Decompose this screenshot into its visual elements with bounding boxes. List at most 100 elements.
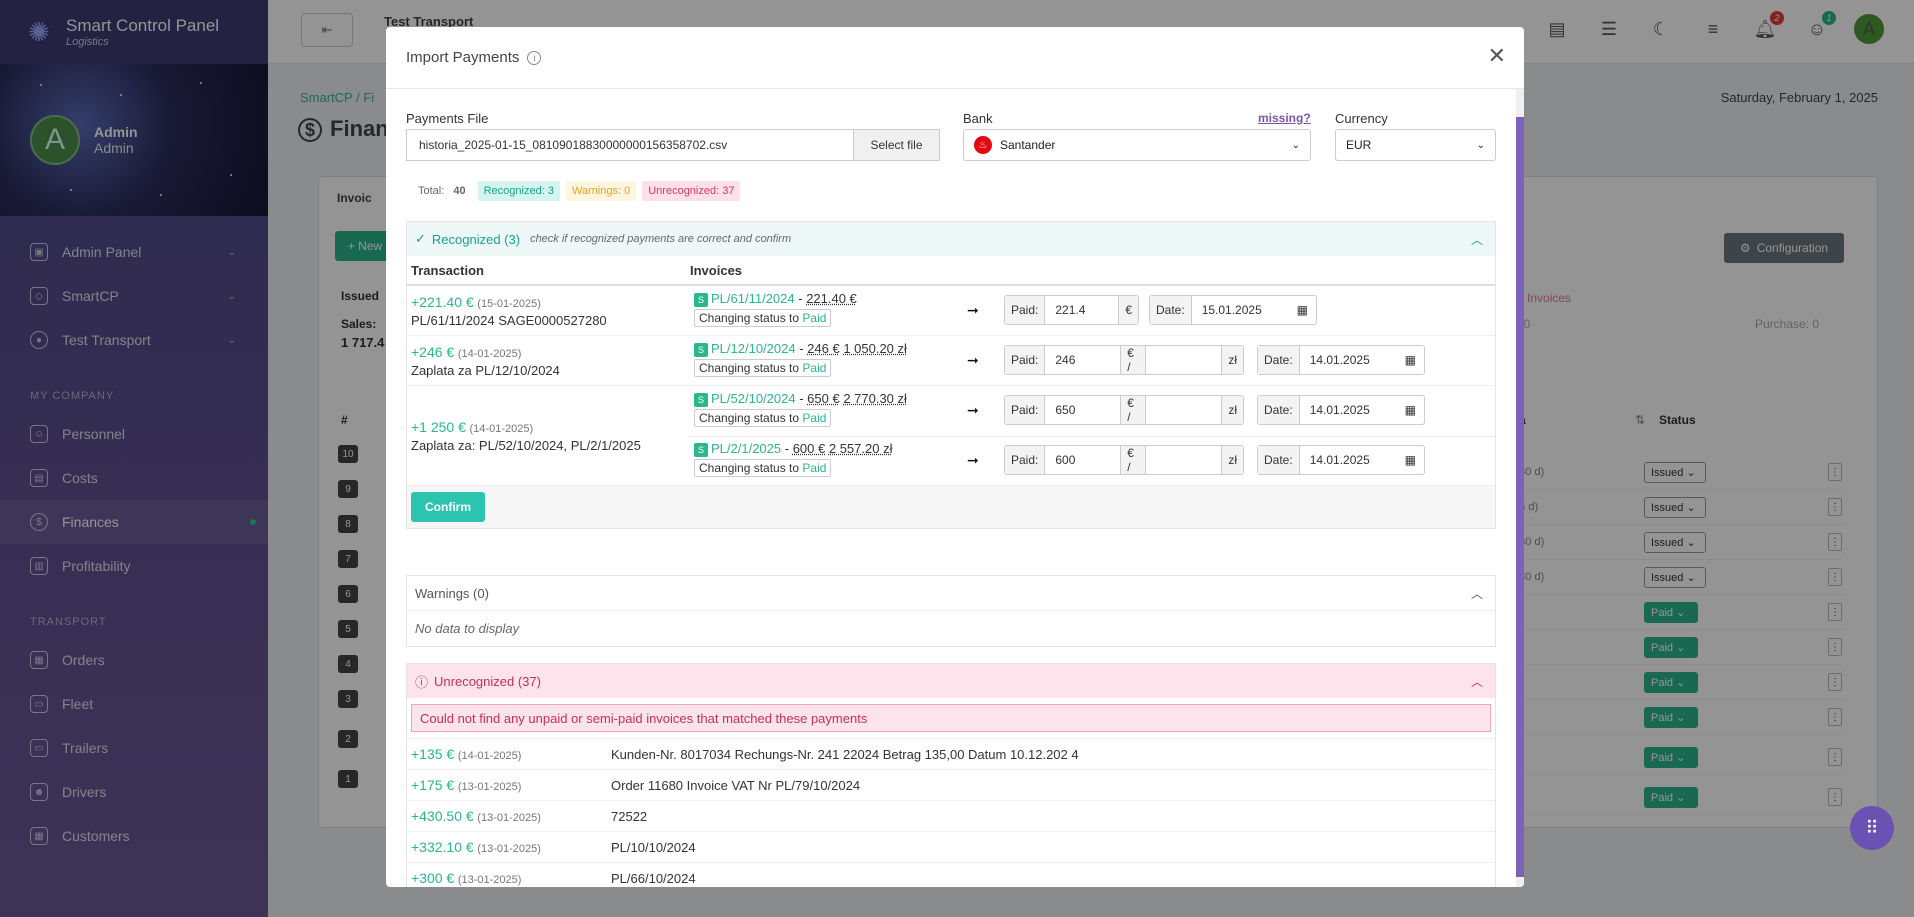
transaction-row: +221.40 € (15-01-2025) PL/61/11/2024 SAGE… bbox=[407, 286, 1495, 336]
payment-date: (13-01-2025) bbox=[457, 874, 522, 886]
payment-date-input[interactable]: Date: 15.01.2025 ▦ bbox=[1149, 295, 1317, 325]
modal-scrollbar[interactable] bbox=[1516, 89, 1524, 887]
warnings-empty: No data to display bbox=[407, 610, 1495, 646]
close-icon[interactable]: ✕ bbox=[1488, 43, 1506, 69]
paid-amount-input[interactable]: Paid: 600 € / zł bbox=[1004, 445, 1244, 475]
invoice-number[interactable]: PL/52/10/2024 bbox=[711, 391, 796, 406]
invoice-eur: 650 € bbox=[807, 391, 840, 406]
invoice-eur: 246 € bbox=[807, 341, 840, 356]
sales-badge: S bbox=[694, 343, 708, 357]
warnings-count: Warnings: 0 bbox=[565, 181, 637, 201]
paid-amount-input[interactable]: Paid: 246 € / zł bbox=[1004, 345, 1244, 375]
select-file-button[interactable]: Select file bbox=[853, 130, 939, 160]
transaction-info: +1 250 € (14-01-2025) Zaplata za: PL/52/1… bbox=[411, 419, 691, 453]
payment-description: Order 11680 Invoice VAT Nr PL/79/10/2024 bbox=[611, 777, 861, 793]
payment-description: PL/66/10/2024 bbox=[611, 870, 696, 886]
import-payments-modal: Import Payments i ✕ Payments File histor… bbox=[386, 27, 1524, 887]
payment-description: Kunden-Nr. 8017034 Rechungs-Nr. 241 2202… bbox=[611, 746, 1079, 762]
bank-label: Bank bbox=[963, 111, 993, 126]
transaction-row: +246 € (14-01-2025) Zaplata za PL/12/10/2… bbox=[407, 336, 1495, 386]
col-transaction: Transaction bbox=[411, 262, 484, 278]
payment-date-input[interactable]: Date: 14.01.2025 ▦ bbox=[1257, 345, 1425, 375]
status-change: Changing status to Paid bbox=[694, 309, 832, 327]
modal-title: Import Payments bbox=[406, 49, 520, 66]
recognized-note: check if recognized payments are correct… bbox=[530, 233, 792, 245]
paid-amount-input[interactable]: Paid: 650 € / zł bbox=[1004, 395, 1244, 425]
invoice-number[interactable]: PL/2/1/2025 bbox=[711, 441, 781, 456]
unrecognized-row: +135 € (14-01-2025) Kunden-Nr. 8017034 Re… bbox=[407, 738, 1495, 769]
payments-file-input[interactable]: historia_2025-01-15_08109018830000000156… bbox=[406, 129, 940, 161]
invoice-eur: 600 € bbox=[792, 441, 826, 456]
payment-amount: +300 € bbox=[411, 870, 455, 886]
calendar-icon: ▦ bbox=[1404, 453, 1416, 467]
invoice-number[interactable]: PL/61/11/2024 bbox=[711, 291, 795, 306]
payments-file-label: Payments File bbox=[406, 111, 489, 126]
payment-date: (13-01-2025) bbox=[457, 781, 522, 793]
arrow-right-icon: ➞ bbox=[967, 352, 979, 368]
transaction-description: PL/61/11/2024 SAGE0000527280 bbox=[411, 313, 607, 328]
warnings-header[interactable]: Warnings (0) ︿ bbox=[407, 576, 1495, 610]
bank-select[interactable]: ♨ Santander ⌄ bbox=[963, 129, 1311, 161]
recognized-table-header: Transaction Invoices bbox=[407, 256, 1495, 286]
invoice-info: S PL/12/10/2024 - 246 € 1 050.20 zł Changi… bbox=[694, 341, 907, 377]
confirm-bar: Confirm bbox=[407, 486, 1495, 528]
invoice-info: S PL/61/11/2024 - 221.40 € Changing status… bbox=[694, 291, 857, 327]
confirm-button[interactable]: Confirm bbox=[411, 492, 485, 522]
invoice-number[interactable]: PL/12/10/2024 bbox=[711, 341, 796, 356]
currency-select[interactable]: EUR ⌄ bbox=[1335, 129, 1496, 161]
recognized-count: Recognized: 3 bbox=[477, 181, 560, 201]
chevron-down-icon: ⌄ bbox=[1476, 139, 1485, 151]
transaction-date: (14-01-2025) bbox=[457, 348, 522, 360]
info-icon[interactable]: i bbox=[527, 50, 542, 65]
transaction-info: +221.40 € (15-01-2025) PL/61/11/2024 SAGE… bbox=[411, 294, 691, 328]
payment-date: (13-01-2025) bbox=[477, 843, 541, 855]
payment-date-input[interactable]: Date: 14.01.2025 ▦ bbox=[1257, 445, 1425, 475]
chevron-up-icon[interactable]: ︿ bbox=[1471, 673, 1483, 690]
apps-fab-button[interactable]: ⠿ bbox=[1850, 806, 1894, 850]
unrecognized-count: Unrecognized: 37 bbox=[642, 181, 741, 201]
unrecognized-row: +175 € (13-01-2025) Order 11680 Invoice V… bbox=[407, 769, 1495, 800]
arrow-right-icon: ➞ bbox=[967, 402, 979, 418]
unrecognized-alert: Could not find any unpaid or semi-paid i… bbox=[411, 704, 1491, 732]
calendar-icon: ▦ bbox=[1296, 303, 1308, 317]
unrecognized-row: +430.50 € (13-01-2025) 72522 bbox=[407, 800, 1495, 831]
transaction-amount: +246 € bbox=[411, 344, 455, 360]
transaction-row: +1 250 € (14-01-2025) Zaplata za: PL/52/1… bbox=[407, 386, 1495, 486]
sales-badge: S bbox=[694, 293, 708, 307]
unrecognized-header[interactable]: ⓘ Unrecognized (37) ︿ bbox=[407, 664, 1495, 698]
grid-icon: ⠿ bbox=[1865, 817, 1879, 838]
transaction-date: (14-01-2025) bbox=[469, 423, 534, 435]
arrow-right-icon: ➞ bbox=[967, 452, 979, 468]
missing-bank-link[interactable]: missing? bbox=[1258, 111, 1311, 125]
col-invoices: Invoices bbox=[690, 262, 743, 278]
chevron-down-icon: ⌄ bbox=[1291, 139, 1300, 151]
paid-amount-input[interactable]: Paid: 221.4 € bbox=[1004, 295, 1139, 325]
payment-amount: +135 € bbox=[411, 746, 455, 762]
chevron-up-icon[interactable]: ︿ bbox=[1471, 585, 1483, 602]
payment-amount: +332.10 € bbox=[411, 839, 474, 855]
payment-description: PL/10/10/2024 bbox=[611, 839, 696, 855]
modal-header: Import Payments i ✕ bbox=[386, 27, 1524, 89]
status-change: Changing status to Paid bbox=[694, 359, 832, 377]
transaction-description: Zaplata za: PL/52/10/2024, PL/2/1/2025 bbox=[411, 438, 641, 453]
recognized-section: ✓ Recognized (3) check if recognized pay… bbox=[406, 221, 1496, 529]
transaction-amount: +1 250 € bbox=[411, 419, 466, 435]
invoice-eur: 221.40 € bbox=[806, 291, 857, 306]
scrollbar-thumb[interactable] bbox=[1516, 117, 1524, 877]
sales-badge: S bbox=[694, 443, 708, 457]
transaction-amount: +221.40 € bbox=[411, 294, 474, 310]
invoice-pln: 2 770.30 zł bbox=[843, 391, 907, 406]
alert-circle-icon: ⓘ bbox=[415, 674, 429, 690]
unrecognized-section: ⓘ Unrecognized (37) ︿ Could not find any… bbox=[406, 663, 1496, 887]
payment-date-input[interactable]: Date: 14.01.2025 ▦ bbox=[1257, 395, 1425, 425]
total-count: Total: 40 bbox=[418, 185, 466, 197]
chevron-up-icon[interactable]: ︿ bbox=[1471, 231, 1483, 248]
calendar-icon: ▦ bbox=[1404, 403, 1416, 417]
file-name: historia_2025-01-15_08109018830000000156… bbox=[419, 138, 728, 152]
unrecognized-row: +332.10 € (13-01-2025) PL/10/10/2024 bbox=[407, 831, 1495, 862]
payment-description: 72522 bbox=[611, 808, 648, 824]
recognized-header[interactable]: ✓ Recognized (3) check if recognized pay… bbox=[407, 222, 1495, 256]
payment-date: (14-01-2025) bbox=[457, 750, 522, 762]
transaction-info: +246 € (14-01-2025) Zaplata za PL/12/10/2… bbox=[411, 344, 691, 378]
invoice-pln: 2 557.20 zł bbox=[828, 441, 893, 456]
